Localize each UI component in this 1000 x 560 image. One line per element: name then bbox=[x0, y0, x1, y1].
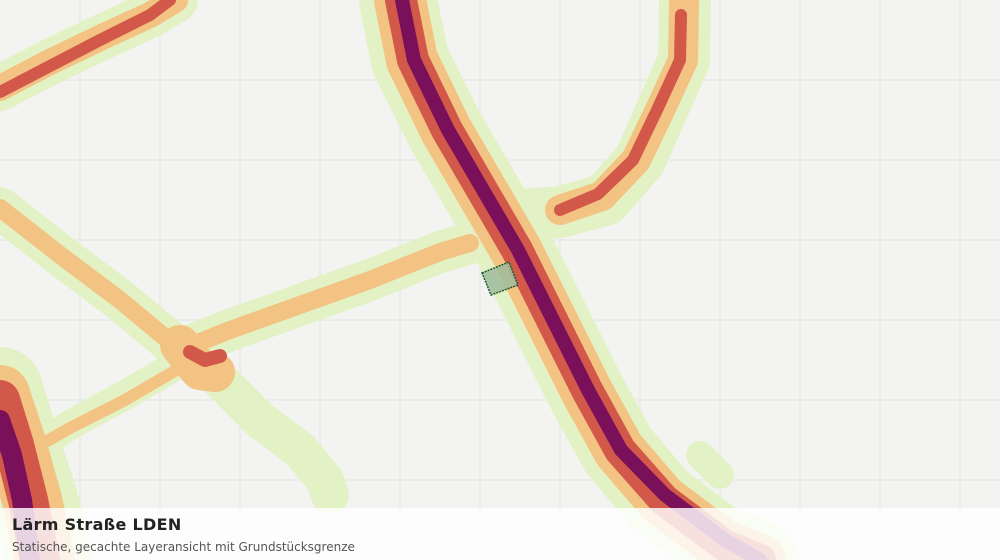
map-subtitle: Statische, gecachte Layeransicht mit Gru… bbox=[12, 540, 355, 554]
noise-map[interactable] bbox=[0, 0, 1000, 560]
map-caption: Lärm Straße LDEN Statische, gecachte Lay… bbox=[0, 508, 1000, 560]
map-title: Lärm Straße LDEN bbox=[12, 515, 182, 534]
island-band-lowest-3 bbox=[686, 441, 734, 489]
junction-band-mid bbox=[183, 345, 227, 367]
